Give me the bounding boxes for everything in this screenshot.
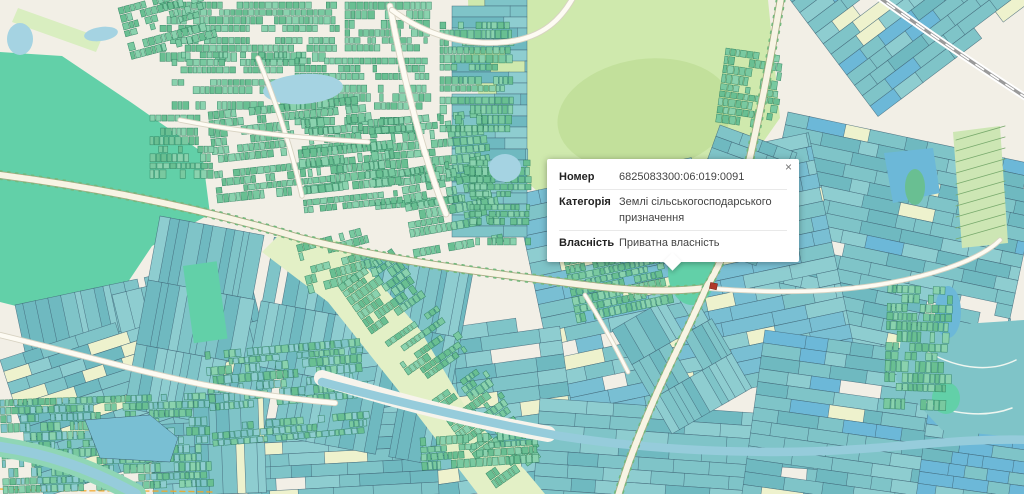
popup-value-number: 6825083300:06:019:0091 (619, 169, 787, 185)
selected-parcel-marker[interactable] (709, 282, 717, 289)
map-viewport: × Номер 6825083300:06:019:0091 Категорія… (0, 0, 1024, 494)
popup-close-icon[interactable]: × (785, 161, 792, 173)
parcel-info-popup: × Номер 6825083300:06:019:0091 Категорія… (547, 159, 799, 262)
popup-label-number: Номер (559, 169, 619, 185)
popup-label-category: Категорія (559, 194, 619, 226)
map-canvas[interactable] (0, 0, 1024, 494)
popup-row-ownership: Власність Приватна власність (559, 230, 787, 255)
popup-row-number: Номер 6825083300:06:019:0091 (559, 165, 787, 189)
popup-value-ownership: Приватна власність (619, 235, 787, 251)
popup-value-category: Землі сільськогосподарського призначення (619, 194, 787, 226)
popup-row-category: Категорія Землі сільськогосподарського п… (559, 189, 787, 230)
layer-mark (709, 282, 717, 289)
popup-label-ownership: Власність (559, 235, 619, 251)
